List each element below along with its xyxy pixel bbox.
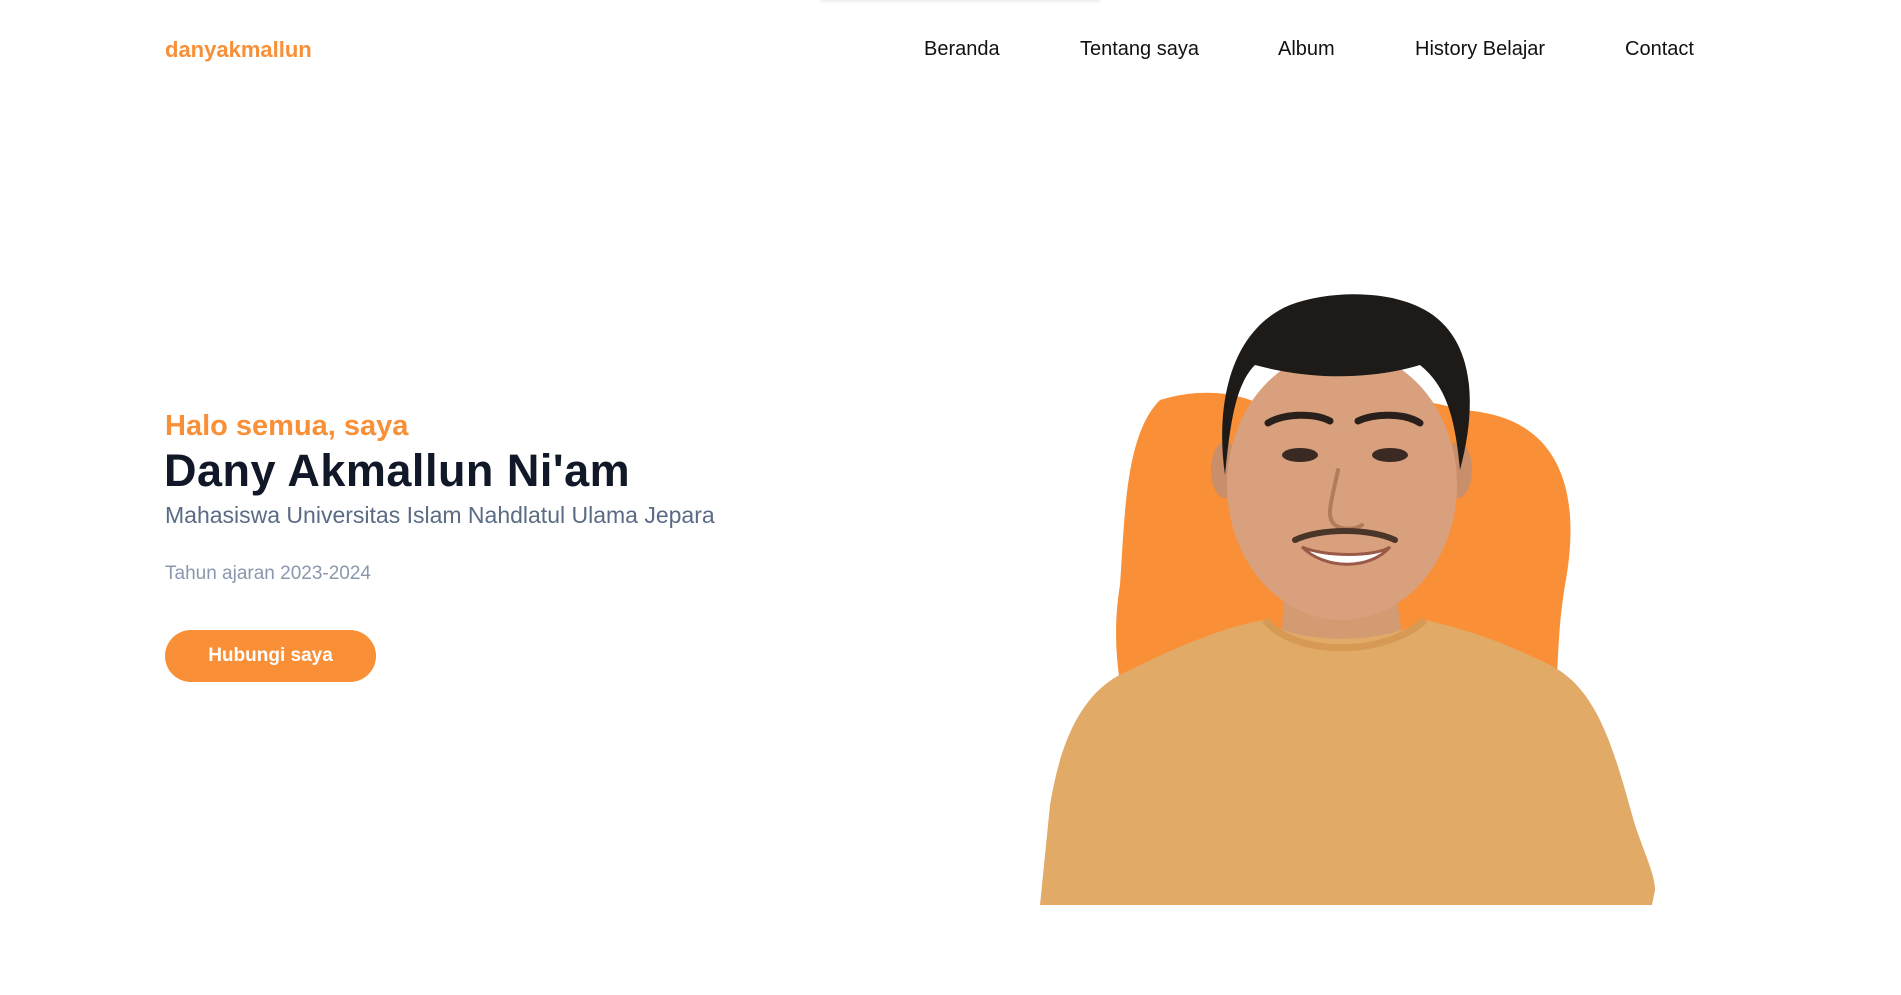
hero-greeting: Halo semua, saya	[165, 410, 409, 442]
nav-item-tentang-saya[interactable]: Tentang saya	[1080, 38, 1199, 61]
hero-name: Dany Akmallun Ni'am	[164, 445, 631, 496]
nav-item-history-belajar[interactable]: History Belajar	[1415, 38, 1545, 61]
nav-item-contact[interactable]: Contact	[1625, 38, 1694, 61]
hero-year: Tahun ajaran 2023-2024	[165, 563, 372, 584]
nav-item-beranda[interactable]: Beranda	[924, 38, 1000, 61]
nav-item-album[interactable]: Album	[1278, 38, 1335, 61]
contact-me-button[interactable]: Hubungi saya	[165, 630, 376, 682]
top-shadow	[820, 0, 1100, 4]
hero-subtitle: Mahasiswa Universitas Islam Nahdlatul Ul…	[165, 502, 715, 528]
brand-logo[interactable]: danyakmallun	[165, 37, 312, 63]
portrait-image	[1040, 294, 1655, 905]
